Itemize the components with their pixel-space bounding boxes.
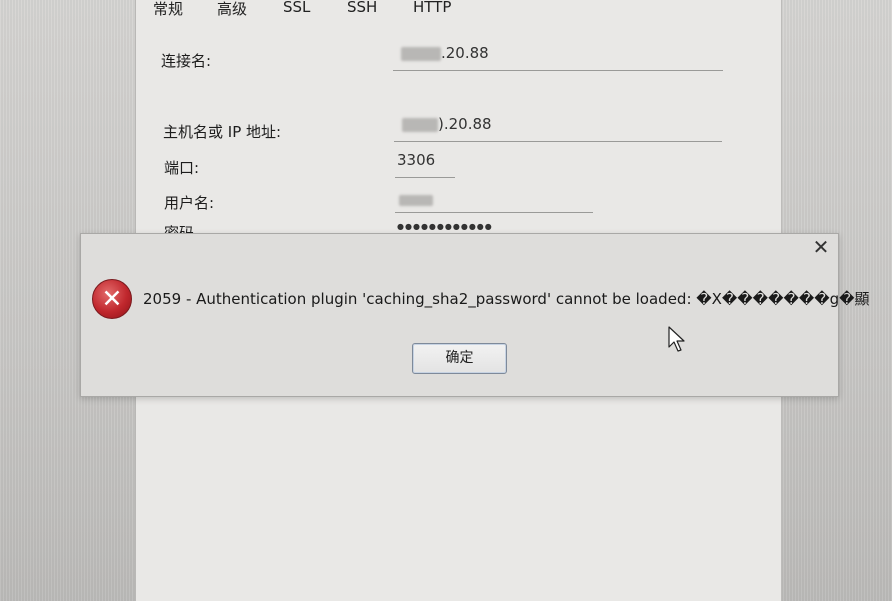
redacted-blur	[399, 194, 433, 206]
password-value: ●●●●●●●●●●●●	[397, 222, 493, 231]
error-message: 2059 - Authentication plugin 'caching_sh…	[143, 290, 870, 308]
host-value: ).20.88	[438, 115, 492, 133]
tab-general[interactable]: 常规	[153, 0, 183, 19]
close-icon[interactable]: ✕	[810, 236, 832, 258]
ok-button[interactable]: 确定	[412, 343, 507, 374]
mouse-pointer-icon	[668, 326, 685, 352]
tab-advanced[interactable]: 高级	[217, 0, 247, 19]
password-field[interactable]: ●●●●●●●●●●●●	[397, 222, 547, 232]
tab-ssl[interactable]: SSL	[283, 0, 310, 16]
username-field[interactable]	[395, 187, 593, 213]
port-label: 端口:	[164, 159, 200, 177]
connection-name-field[interactable]: .20.88	[393, 44, 723, 71]
tab-http[interactable]: HTTP	[413, 0, 451, 16]
tab-ssh[interactable]: SSH	[347, 0, 377, 16]
port-value: 3306	[397, 151, 436, 169]
redacted-blur	[402, 117, 438, 132]
error-icon: ✕	[92, 279, 132, 319]
connection-name-value: .20.88	[441, 44, 489, 62]
host-label: 主机名或 IP 地址:	[163, 123, 282, 141]
username-label: 用户名:	[164, 194, 215, 212]
connection-name-label: 连接名:	[161, 52, 212, 70]
port-field[interactable]: 3306	[395, 151, 455, 178]
error-dialog: ✕ ✕ 2059 - Authentication plugin 'cachin…	[80, 233, 870, 397]
host-field[interactable]: ).20.88	[394, 115, 722, 142]
redacted-blur	[401, 46, 441, 61]
